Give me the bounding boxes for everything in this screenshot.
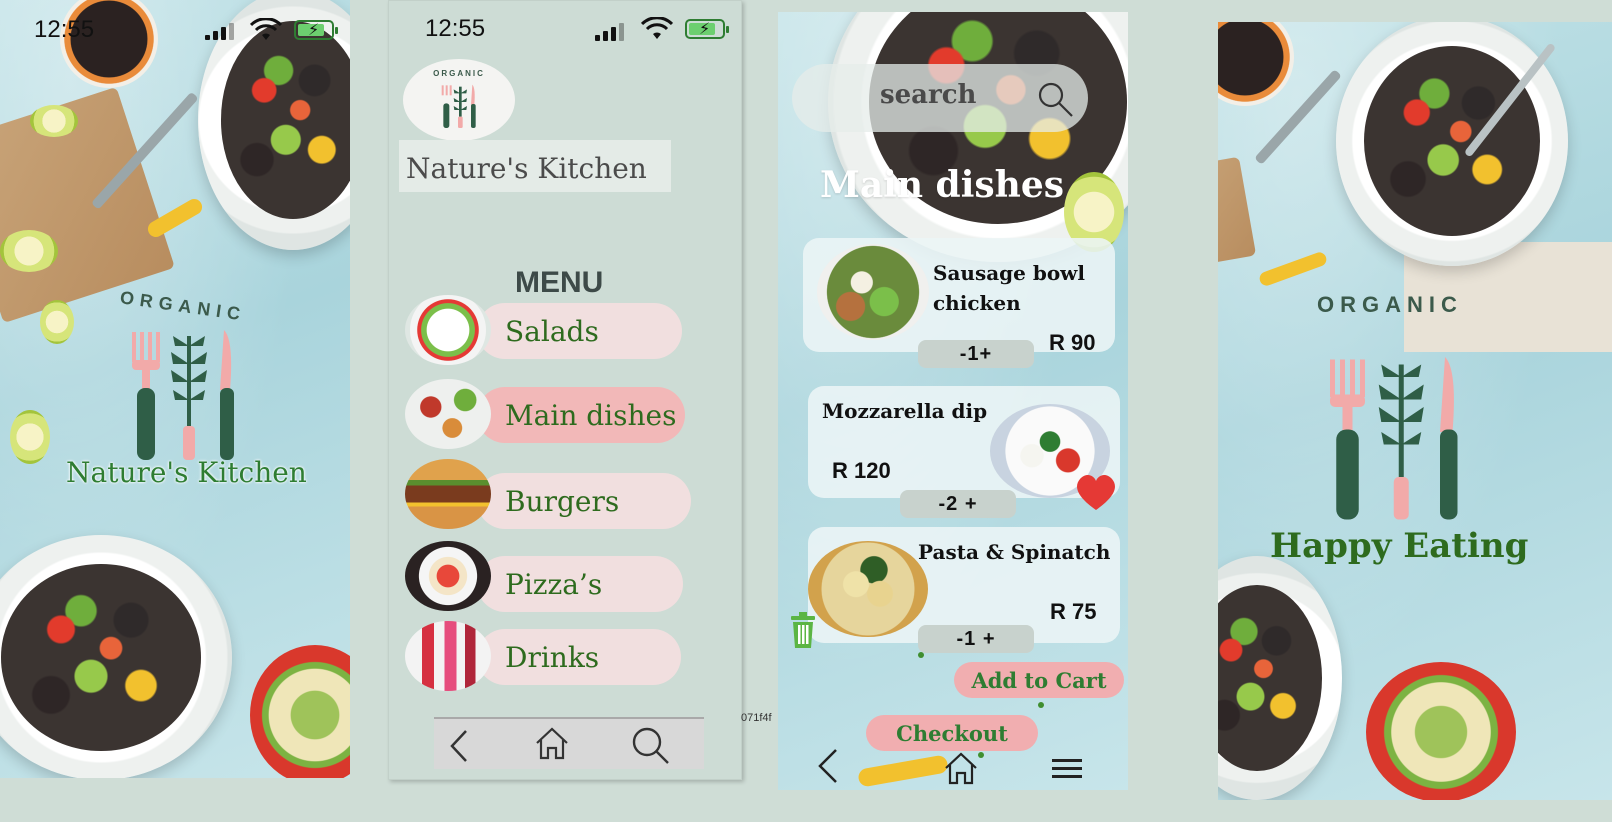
welcome-screen: ORGANIC Happy Eating: [1218, 22, 1612, 800]
quantity-stepper[interactable]: -1+: [918, 340, 1034, 368]
splash-screen: 12:55 ⚡ ORGANIC Nature's Kitchen: [0, 0, 350, 778]
section-title: Main dishes: [820, 164, 1065, 206]
main-dishes-thumbnail[interactable]: [405, 379, 491, 449]
lemon-slice: [10, 410, 50, 464]
brand-banner: Nature's Kitchen: [399, 140, 671, 192]
avocado-bowl: [250, 645, 350, 778]
fork-icon: [132, 332, 160, 460]
heart-icon[interactable]: [1074, 472, 1118, 512]
burger-thumbnail[interactable]: [405, 459, 491, 529]
back-icon[interactable]: [814, 746, 842, 786]
quantity-stepper[interactable]: -2 +: [900, 490, 1016, 518]
logo-utensils: [1330, 357, 1458, 520]
menu-icon[interactable]: [1050, 756, 1084, 782]
battery-icon: ⚡: [685, 19, 729, 39]
status-bar: 12:55 ⚡: [389, 1, 741, 57]
leaf-icon: [1378, 364, 1424, 520]
checkout-button[interactable]: Checkout: [866, 715, 1038, 751]
bean-bowl: [1218, 22, 1294, 106]
salad-plate: [1336, 22, 1568, 266]
lemon-slice: [30, 105, 78, 137]
menu-item-burgers[interactable]: Burgers: [477, 473, 691, 529]
status-time: 12:55: [34, 16, 95, 43]
menu-item-pizzas[interactable]: Pizza’s: [477, 556, 683, 612]
leaf-icon: [171, 336, 207, 460]
search-icon[interactable]: [630, 725, 672, 767]
dish-image[interactable]: [817, 244, 929, 340]
menu-item-salads[interactable]: Salads: [477, 303, 682, 359]
cutting-board: [1218, 156, 1257, 268]
battery-icon: ⚡: [294, 20, 338, 40]
menu-item-label: Burgers: [505, 484, 620, 518]
signal-icon: [205, 22, 234, 40]
order-screen: search Main dishes Sausage bowl chicken …: [778, 12, 1128, 790]
wifi-icon: [641, 17, 673, 39]
dish-name: Pasta & Spinatch: [918, 540, 1111, 564]
lemon-slice: [40, 300, 74, 344]
logo: ORGANIC: [403, 59, 515, 141]
knife-icon: [220, 330, 234, 460]
brand-title: Nature's Kitchen: [406, 152, 647, 185]
cutting-board: [0, 86, 175, 324]
organic-label: ORGANIC: [433, 69, 485, 78]
wifi-icon: [250, 18, 282, 40]
status-time: 12:55: [425, 15, 486, 42]
chili-pepper: [857, 754, 949, 788]
back-icon[interactable]: [444, 727, 474, 765]
menu-screen: 12:55 ⚡ ORGANIC Nature's Kitchen MENU Sa…: [388, 0, 742, 780]
fork-icon: [1330, 359, 1365, 520]
search-icon[interactable]: [1036, 80, 1076, 120]
organic-label: ORGANIC: [1317, 292, 1463, 317]
drinks-thumbnail[interactable]: [405, 621, 491, 691]
signal-icon: [595, 21, 624, 41]
menu-item-label: Pizza’s: [505, 567, 603, 601]
chili-pepper: [1257, 250, 1329, 288]
home-icon[interactable]: [942, 750, 980, 786]
salad-thumbnail[interactable]: [405, 295, 491, 365]
knife-icon: [1440, 357, 1458, 520]
organic-label: ORGANIC: [118, 287, 248, 325]
pizza-thumbnail[interactable]: [405, 541, 491, 611]
tagline: Happy Eating: [1270, 526, 1529, 566]
dish-price: R 120: [832, 458, 891, 483]
search-input[interactable]: search: [880, 80, 976, 110]
salad-plate: [1218, 556, 1342, 800]
search-bar[interactable]: search: [792, 64, 1088, 132]
lemon-slice: [0, 230, 58, 272]
dish-price: R 90: [1049, 330, 1096, 355]
menu-heading: MENU: [515, 266, 604, 299]
menu-item-main-dishes[interactable]: Main dishes: [477, 387, 685, 443]
dish-image[interactable]: [808, 541, 928, 637]
menu-item-label: Salads: [505, 314, 599, 348]
status-bar: 12:55 ⚡: [0, 0, 350, 56]
avocado-bowl: [1366, 662, 1516, 800]
hex-label: 071f4f: [741, 712, 772, 724]
dish-name: Mozzarella dip: [822, 399, 988, 423]
logo-utensils: [132, 330, 234, 460]
logo-utensils: [441, 84, 476, 128]
brand-title: Nature's Kitchen: [66, 456, 307, 489]
dish-price: R 75: [1050, 599, 1097, 624]
menu-item-label: Main dishes: [505, 398, 677, 432]
trash-icon[interactable]: [788, 610, 818, 650]
menu-item-drinks[interactable]: Drinks: [477, 629, 681, 685]
salad-plate: [0, 535, 232, 778]
dish-name: Sausage bowl chicken: [933, 261, 1085, 315]
add-to-cart-button[interactable]: Add to Cart: [954, 662, 1124, 698]
menu-item-label: Drinks: [505, 640, 600, 674]
bottom-nav: [434, 717, 704, 769]
dish-card: Sausage bowl chicken R 90 -1+: [803, 238, 1115, 368]
home-icon[interactable]: [533, 725, 571, 761]
dish-card: Pasta & Spinatch R 75 -1 +: [808, 527, 1120, 653]
quantity-stepper[interactable]: -1 +: [918, 625, 1034, 653]
